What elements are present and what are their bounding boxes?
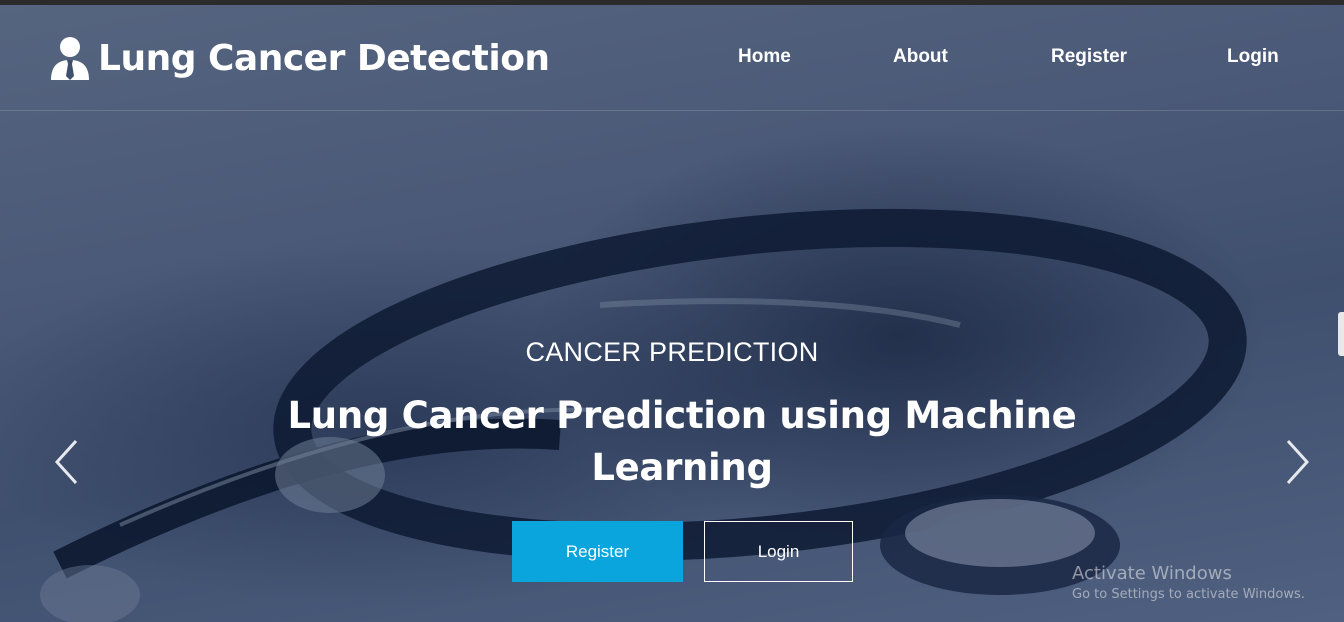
hero-register-button[interactable]: Register — [512, 521, 683, 582]
side-scroll-tab[interactable] — [1338, 312, 1344, 356]
nav-home-link[interactable]: Home — [738, 46, 791, 68]
nav-about-link[interactable]: About — [893, 46, 948, 68]
activate-windows-subtitle: Go to Settings to activate Windows. — [1072, 587, 1305, 602]
nav-register-link[interactable]: Register — [1051, 46, 1127, 68]
chevron-right-icon — [1286, 439, 1310, 485]
nav-login-link[interactable]: Login — [1227, 46, 1279, 68]
brand-title: Lung Cancer Detection — [98, 37, 550, 79]
carousel-next-button[interactable] — [1282, 437, 1312, 487]
brand[interactable]: Lung Cancer Detection — [50, 35, 550, 81]
navbar: Lung Cancer Detection Home About Registe… — [0, 5, 1344, 111]
carousel-prev-button[interactable] — [52, 437, 82, 487]
user-tie-icon — [51, 37, 89, 80]
chevron-left-icon — [54, 439, 78, 485]
activate-windows-title: Activate Windows — [1072, 563, 1232, 584]
hero-login-button[interactable]: Login — [704, 521, 853, 582]
hero-title: Lung Cancer Prediction using Machine Lea… — [287, 394, 1077, 489]
hero-subtitle: CANCER PREDICTION — [525, 337, 819, 367]
